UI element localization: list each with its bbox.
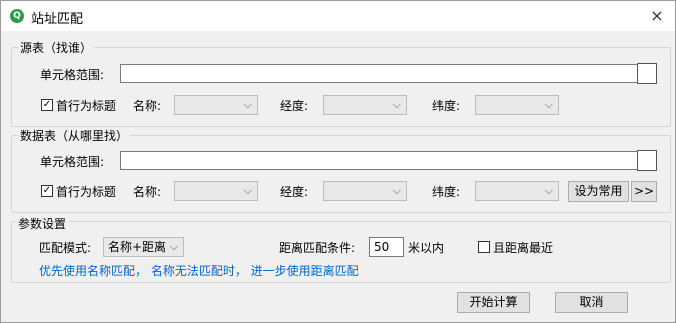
- data-lat-select[interactable]: ⌵: [475, 181, 559, 201]
- nearest-checkbox[interactable]: [478, 241, 490, 253]
- start-button[interactable]: 开始计算: [457, 292, 530, 313]
- data-first-row-checkbox[interactable]: ✓: [41, 185, 53, 197]
- source-cell-range-label: 单元格范围:: [40, 68, 105, 82]
- set-default-button[interactable]: 设为常用: [568, 181, 629, 202]
- hint-text: 优先使用名称匹配， 名称无法匹配时， 进一步使用距离匹配: [39, 264, 359, 278]
- data-cell-range-label: 单元格范围:: [40, 155, 105, 169]
- params-group: 参数设置 匹配模式: 名称+距离 ⌵ 距离匹配条件: 米以内 且距离最近 优先使…: [11, 215, 671, 283]
- data-lon-select[interactable]: ⌵: [323, 181, 407, 201]
- title-bar: Q 站址匹配 ×: [1, 1, 675, 31]
- source-name-label: 名称:: [133, 99, 162, 113]
- distance-input[interactable]: [369, 237, 404, 257]
- check-mark-icon: ✓: [42, 99, 52, 110]
- source-lon-label: 经度:: [280, 99, 309, 113]
- data-cell-range-picker-button[interactable]: [637, 150, 657, 171]
- source-lat-select[interactable]: ⌵: [475, 95, 559, 115]
- data-name-select[interactable]: ⌵: [174, 181, 258, 201]
- data-lon-label: 经度:: [280, 185, 309, 199]
- chevron-down-icon: ⌵: [243, 184, 252, 197]
- source-lon-select[interactable]: ⌵: [323, 95, 407, 115]
- more-options-button[interactable]: >>: [631, 181, 657, 202]
- chevron-down-icon: ⌵: [392, 184, 401, 197]
- params-group-legend: 参数设置: [16, 215, 69, 232]
- data-group-legend: 数据表（从哪里找）: [18, 127, 131, 144]
- source-lat-label: 纬度:: [432, 99, 461, 113]
- data-lat-label: 纬度:: [432, 185, 461, 199]
- source-cell-range-input[interactable]: [120, 64, 640, 83]
- app-icon: Q: [10, 9, 24, 23]
- data-first-row-label: 首行为标题: [56, 185, 117, 199]
- chevron-down-icon: ⌵: [243, 98, 252, 111]
- match-mode-value: 名称+距离: [108, 240, 167, 254]
- source-table-group: 源表（找谁） 单元格范围: ✓ 首行为标题 名称: ⌵ 经度: ⌵ 纬度: ⌵: [11, 39, 671, 127]
- close-button[interactable]: ×: [645, 4, 669, 28]
- nearest-label: 且距离最近: [493, 241, 554, 255]
- distance-unit-label: 米以内: [408, 241, 445, 255]
- distance-condition-label: 距离匹配条件:: [279, 241, 356, 255]
- chevron-down-icon: ⌵: [392, 98, 401, 111]
- chevron-down-icon: ⌵: [169, 240, 178, 253]
- data-table-group: 数据表（从哪里找） 单元格范围: ✓ 首行为标题 名称: ⌵ 经度: ⌵ 纬度:…: [11, 127, 671, 213]
- window-title: 站址匹配: [31, 12, 84, 27]
- match-mode-select[interactable]: 名称+距离 ⌵: [103, 237, 184, 257]
- chevron-down-icon: ⌵: [544, 98, 553, 111]
- data-cell-range-input[interactable]: [120, 151, 640, 170]
- check-mark-icon: ✓: [42, 185, 52, 196]
- source-first-row-checkbox[interactable]: ✓: [41, 99, 53, 111]
- source-name-select[interactable]: ⌵: [174, 95, 258, 115]
- source-first-row-label: 首行为标题: [56, 99, 117, 113]
- chevron-down-icon: ⌵: [544, 184, 553, 197]
- source-group-legend: 源表（找谁）: [18, 39, 95, 56]
- data-name-label: 名称:: [133, 185, 162, 199]
- cancel-button[interactable]: 取消: [555, 292, 628, 313]
- match-mode-label: 匹配模式:: [39, 241, 92, 255]
- dialog-window: Q 站址匹配 × 源表（找谁） 单元格范围: ✓ 首行为标题 名称: ⌵ 经度:…: [0, 0, 676, 323]
- source-cell-range-picker-button[interactable]: [637, 63, 657, 84]
